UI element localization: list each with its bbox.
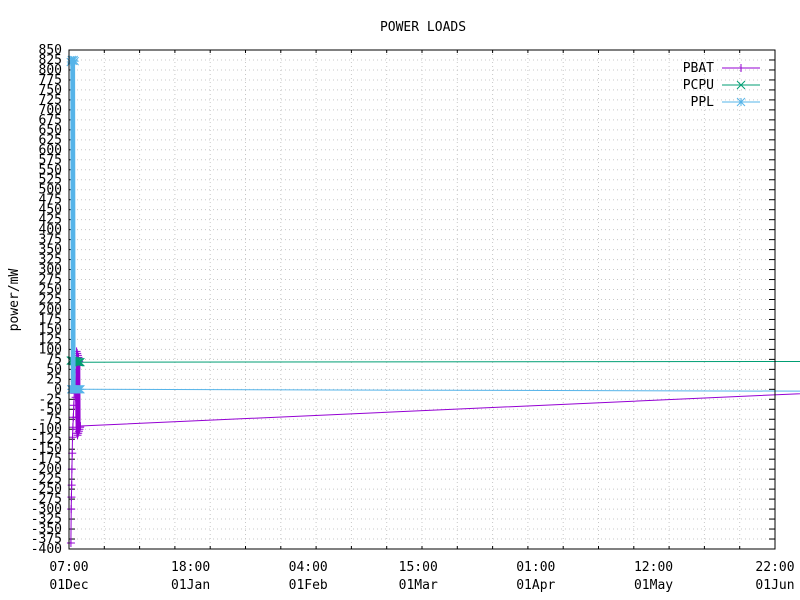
data-point	[66, 539, 75, 548]
x-tick-label-time: 04:00	[289, 560, 328, 575]
x-tick-label-date: 01Jun	[755, 578, 794, 593]
data-point	[76, 384, 85, 394]
data-point	[736, 97, 746, 107]
legend: PBAT PCPU PPL	[683, 61, 760, 110]
series-line-pbat	[70, 351, 800, 544]
legend-label: PCPU	[683, 78, 714, 93]
axis-ticks: -400-375-350-325-300-275-250-225-200-175…	[31, 43, 795, 593]
data-point	[70, 56, 79, 66]
series-pbat	[66, 347, 800, 548]
x-tick-label-date: 01Dec	[49, 578, 88, 593]
x-tick-label-time: 15:00	[399, 560, 438, 575]
x-tick-label-time: 18:00	[171, 560, 210, 575]
data-point	[67, 505, 76, 514]
legend-item-ppl: PPL	[691, 95, 760, 110]
x-tick-label-date: 01Mar	[399, 578, 438, 593]
x-tick-label-time: 12:00	[634, 560, 673, 575]
legend-label: PBAT	[683, 61, 714, 76]
x-tick-label-date: 01Jan	[171, 578, 210, 593]
series-pcpu	[66, 356, 800, 367]
x-tick-label-time: 22:00	[755, 560, 794, 575]
x-tick-label-date: 01Feb	[289, 578, 328, 593]
data-point	[737, 64, 745, 72]
power-loads-chart: POWER LOADS power/mW -400-375-350-325-30…	[7, 20, 800, 593]
series-line-pcpu	[70, 360, 800, 363]
data-point	[73, 431, 82, 440]
x-tick-label-date: 01May	[634, 578, 673, 593]
legend-label: PPL	[691, 95, 715, 110]
data-point	[74, 429, 83, 438]
x-tick-label-time: 07:00	[49, 560, 88, 575]
legend-item-pbat: PBAT	[683, 61, 760, 76]
chart-title: POWER LOADS	[380, 20, 466, 35]
y-tick-label: 850	[39, 43, 62, 58]
x-tick-label-date: 01Apr	[516, 578, 555, 593]
grid-lines	[69, 50, 775, 549]
x-tick-label-time: 01:00	[516, 560, 555, 575]
data-point	[68, 433, 77, 442]
y-axis-label: power/mW	[7, 269, 22, 332]
